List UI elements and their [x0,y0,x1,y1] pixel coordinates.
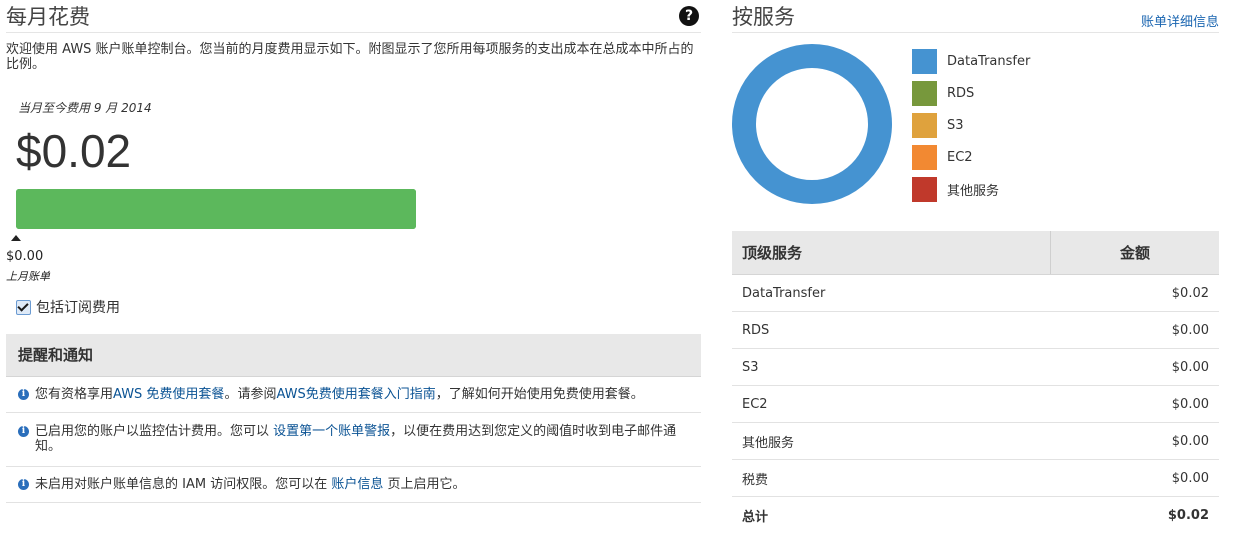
service-amount-cell: $0.00 [1050,459,1219,497]
alert-text: 已启用您的账户以监控估计费用。您可以 设置第一个账单警报，以便在费用达到您定义的… [35,424,701,466]
monthly-spend-panel: 每月花费 ? 欢迎使用 AWS 账户账单控制台。您当前的月度费用显示如下。附图显… [6,0,701,503]
info-icon: i [18,389,29,400]
alert-item-billing-alarm: i 已启用您的账户以监控估计费用。您可以 设置第一个账单警报，以便在费用达到您定… [6,413,701,467]
service-amount-cell: $0.00 [1050,385,1219,423]
total-amount-cell: $0.02 [1167,507,1209,523]
service-name-cell: EC2 [732,385,1051,423]
legend-label: EC2 [947,149,973,165]
billing-alarm-link[interactable]: 设置第一个账单警报 [273,424,390,439]
legend-label: 其他服务 [947,183,1000,199]
monthly-spend-title: 每月花费 ? [6,0,701,33]
monthly-spend-title-text: 每月花费 [6,5,90,29]
legend-label: DataTransfer [947,53,1031,69]
legend-swatch [912,48,937,74]
service-name-cell: RDS [732,311,1051,349]
service-name-cell: 其他服务 [732,422,1051,460]
service-amount-cell: $0.00 [1050,422,1219,460]
legend-item: 其他服务 [912,173,1030,205]
info-icon: i [18,426,29,437]
previous-bill-amount: $0.00 [6,249,44,264]
free-tier-link[interactable]: AWS 免费使用套餐 [113,387,224,402]
alert-text: 您有资格享用AWS 免费使用套餐。请参阅AWS免费使用套餐入门指南，了解如何开始… [35,387,701,412]
service-amount-cell: $0.00 [1050,311,1219,349]
service-amount-cell: $0.02 [1050,274,1219,312]
service-cost-table: 顶级服务 金额 DataTransfer $0.02 RDS $0.00 S3 $0.00… [732,231,1219,533]
alert-text-part: ，了解如何开始使用免费使用套餐。 [435,387,644,402]
table-row: DataTransfer $0.02 [732,274,1219,312]
legend-label: S3 [947,117,964,133]
service-name-cell: 税费 [732,459,1051,497]
legend-swatch [912,80,937,106]
legend-item: S3 [912,109,1030,141]
alert-text: 未启用对账户账单信息的 IAM 访问权限。您可以在 账户信息 页上启用它。 [35,477,701,502]
by-service-title-text: 按服务 [732,5,795,29]
table-total-row: 总计 $0.02 [732,497,1219,534]
column-header-service: 顶级服务 [732,231,1051,275]
service-legend: DataTransfer RDS S3 EC2 其他服务 [912,45,1030,205]
help-icon[interactable]: ? [679,6,699,26]
legend-label: RDS [947,85,975,101]
alerts-header: 提醒和通知 [6,334,701,377]
legend-item: DataTransfer [912,45,1030,77]
include-subscriptions-toggle[interactable]: 包括订阅费用 [16,297,120,317]
column-header-amount: 金额 [1050,231,1219,275]
alert-text-part: 页上启用它。 [383,477,466,492]
bill-details-link[interactable]: 账单详细信息 [1141,11,1219,30]
previous-bill-marker-icon [11,235,21,241]
by-service-panel: 按服务 账单详细信息 DataTransfer RDS S3 EC2 其他服务 顶级服务… [732,0,1219,525]
free-tier-guide-link[interactable]: AWS免费使用套餐入门指南 [276,387,435,402]
service-amount-cell: $0.00 [1050,348,1219,386]
spend-progress-bar [16,189,416,229]
legend-item: RDS [912,77,1030,109]
include-subscriptions-checkbox[interactable] [16,299,31,315]
service-donut-chart [732,44,892,204]
alert-item-free-tier: i 您有资格享用AWS 免费使用套餐。请参阅AWS免费使用套餐入门指南，了解如何… [6,377,701,413]
alert-text-part: 您有资格享用 [35,387,114,402]
spend-progress-fill [16,189,416,229]
legend-swatch [912,112,937,138]
info-icon: i [18,479,29,490]
total-label-cell: 总计 [742,509,769,525]
table-row: RDS $0.00 [732,311,1219,349]
month-to-date-amount: $0.02 [16,125,132,177]
month-to-date-label: 当月至今费用 9 月 2014 [18,101,152,115]
alert-text-part: 已启用您的账户以监控估计费用。您可以 [35,424,274,439]
account-info-link[interactable]: 账户信息 [331,477,383,492]
table-row: 税费 $0.00 [732,459,1219,497]
donut-slice-datatransfer [732,44,892,204]
alert-text-part: 。请参阅 [224,387,277,402]
legend-swatch [912,144,937,170]
intro-text: 欢迎使用 AWS 账户账单控制台。您当前的月度费用显示如下。附图显示了您所用每项… [6,42,694,72]
table-row: EC2 $0.00 [732,385,1219,423]
table-row: 其他服务 $0.00 [732,422,1219,460]
service-name-cell: DataTransfer [732,274,1051,312]
table-body: DataTransfer $0.02 RDS $0.00 S3 $0.00 EC2 $0.00… [732,274,1219,534]
previous-bill-label: 上月账单 [6,270,50,283]
legend-item: EC2 [912,141,1030,173]
alert-item-iam-access: i 未启用对账户账单信息的 IAM 访问权限。您可以在 账户信息 页上启用它。 [6,467,701,503]
legend-swatch [912,176,937,202]
table-row: S3 $0.00 [732,348,1219,386]
include-subscriptions-label: 包括订阅费用 [36,300,120,316]
table-header-row: 顶级服务 金额 [732,231,1219,275]
service-name-cell: S3 [732,348,1051,386]
alert-text-part: 未启用对账户账单信息的 IAM 访问权限。您可以在 [35,477,332,492]
